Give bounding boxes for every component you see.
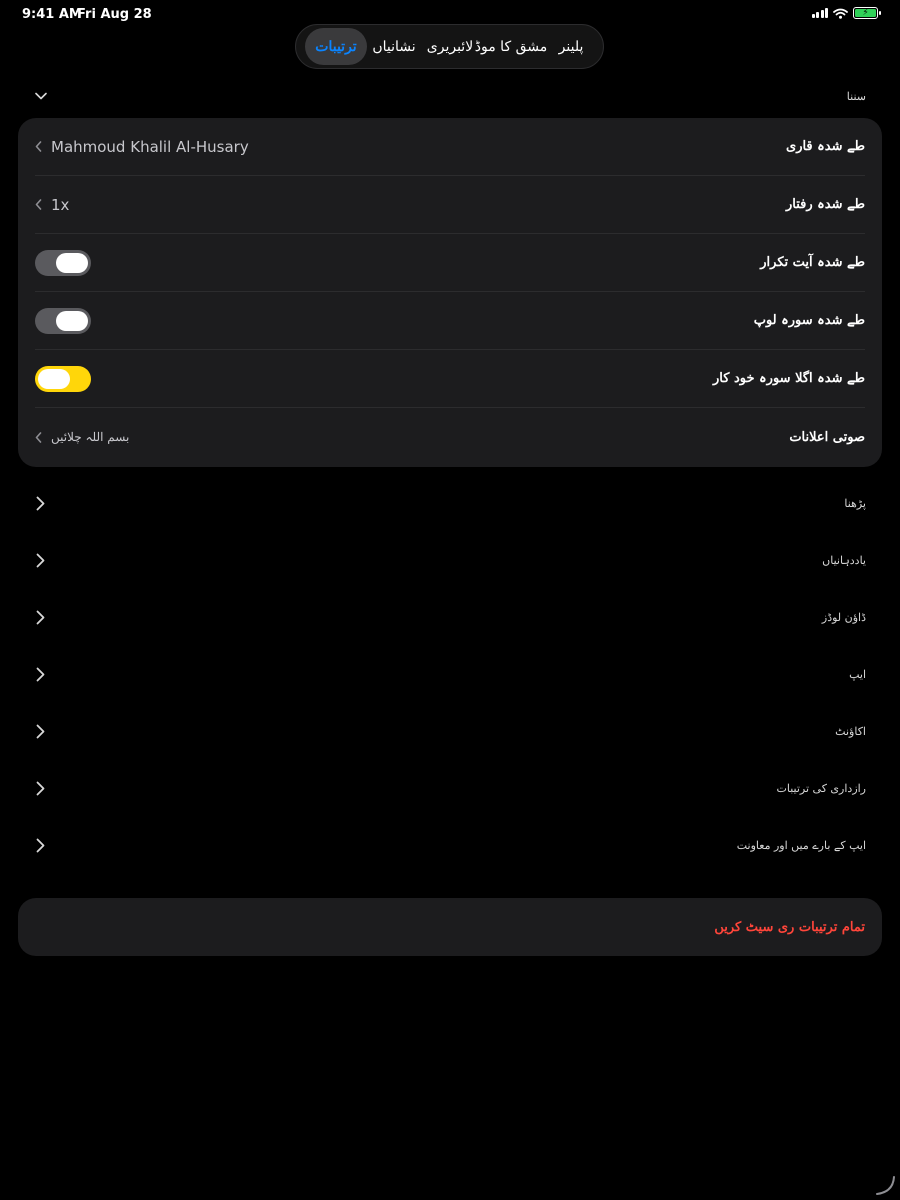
surah-loop-label: طے شدہ سورہ لوپ [753, 313, 865, 328]
chevron-left-icon [35, 141, 43, 153]
section-reading[interactable]: پڑھنا [18, 475, 882, 532]
chevron-right-icon [36, 667, 48, 683]
chevron-left-icon [35, 199, 43, 211]
listening-settings-card: Mahmoud Khalil Al-Husary طے شدہ قاری 1x … [18, 118, 882, 467]
announcement-value: بسم اللہ چلائیں [51, 430, 130, 444]
cellular-signal-icon [811, 8, 828, 18]
section-account[interactable]: اکاؤنٹ [18, 703, 882, 760]
section-label: رازداری کی ترتیبات [776, 782, 867, 795]
chevron-right-icon [36, 724, 48, 740]
section-app[interactable]: ایپ [18, 646, 882, 703]
tab-settings[interactable]: ترتیبات [305, 28, 367, 65]
toggle-knob [56, 310, 88, 331]
autoplay-next-toggle[interactable] [35, 365, 91, 392]
surah-loop-toggle[interactable] [35, 307, 91, 334]
autoplay-next-label: طے شدہ اگلا سورہ خود کار [713, 371, 865, 386]
tab-practice-mode[interactable]: مشق کا موڈ [475, 28, 547, 65]
listening-section-label: سننا [846, 89, 866, 103]
chevron-right-icon [36, 553, 48, 569]
reciter-name: Mahmoud Khalil Al-Husary [51, 137, 249, 156]
status-time: 9:41 AM [22, 7, 82, 22]
tab-bookmarks[interactable]: نشانیاں [367, 28, 421, 65]
tab-planner[interactable]: پلینر [543, 28, 599, 65]
listening-section-header[interactable]: سننا [18, 76, 882, 116]
audio-announcements-row[interactable]: بسم اللہ چلائیں صوتی اعلانات [35, 408, 865, 466]
tab-bar: پلینر مشق کا موڈ لائبریری نشانیاں ترتیبا… [295, 24, 604, 69]
section-label: پڑھنا [844, 497, 866, 510]
default-reciter-label: طے شدہ قاری [786, 139, 865, 154]
toggle-knob [56, 252, 88, 273]
chevron-right-icon [36, 496, 48, 512]
section-label: ایپ [849, 668, 866, 681]
chevron-left-icon [35, 431, 43, 443]
default-reciter-row[interactable]: Mahmoud Khalil Al-Husary طے شدہ قاری [35, 118, 865, 176]
verse-repeat-row: طے شدہ آیت تکرار [35, 234, 865, 292]
reset-all-settings-label: تمام ترتیبات ری سیٹ کریں [714, 919, 865, 935]
reset-all-settings-button[interactable]: تمام ترتیبات ری سیٹ کریں [18, 898, 882, 956]
speed-value: 1x [51, 195, 70, 214]
audio-announcements-value[interactable]: بسم اللہ چلائیں [35, 430, 129, 444]
surah-loop-row: طے شدہ سورہ لوپ [35, 292, 865, 350]
scroll-indicator-icon [876, 1176, 895, 1195]
section-privacy-settings[interactable]: رازداری کی ترتیبات [18, 760, 882, 817]
chevron-down-icon [34, 89, 48, 103]
wifi-icon [833, 8, 848, 19]
verse-repeat-label: طے شدہ آیت تکرار [760, 255, 865, 270]
status-date: Fri Aug 28 [77, 7, 152, 22]
section-label: اکاؤنٹ [835, 725, 866, 738]
chevron-right-icon [36, 838, 48, 854]
section-about-and-support[interactable]: ایپ کے بارے میں اور معاونت [18, 817, 882, 874]
default-reciter-value[interactable]: Mahmoud Khalil Al-Husary [35, 138, 249, 156]
section-label: یاددہانیاں [822, 554, 866, 567]
section-reminders[interactable]: یاددہانیاں [18, 532, 882, 589]
default-speed-row[interactable]: 1x طے شدہ رفتار [35, 176, 865, 234]
audio-announcements-label: صوتی اعلانات [789, 429, 865, 445]
toggle-knob [38, 368, 70, 389]
battery-charging-icon: ⚡ [853, 7, 881, 19]
section-label: ایپ کے بارے میں اور معاونت [736, 839, 866, 852]
status-icons: ⚡ [811, 7, 881, 19]
default-speed-value[interactable]: 1x [35, 196, 69, 214]
bolt-icon: ⚡ [862, 7, 869, 18]
chevron-right-icon [36, 610, 48, 626]
section-label: ڈاؤن لوڈز [821, 611, 866, 624]
chevron-right-icon [36, 781, 48, 797]
autoplay-next-row: طے شدہ اگلا سورہ خود کار [35, 350, 865, 408]
verse-repeat-toggle[interactable] [35, 249, 91, 276]
default-speed-label: طے شدہ رفتار [785, 197, 865, 212]
section-downloads[interactable]: ڈاؤن لوڈز [18, 589, 882, 646]
tab-library[interactable]: لائبریری [421, 28, 479, 65]
